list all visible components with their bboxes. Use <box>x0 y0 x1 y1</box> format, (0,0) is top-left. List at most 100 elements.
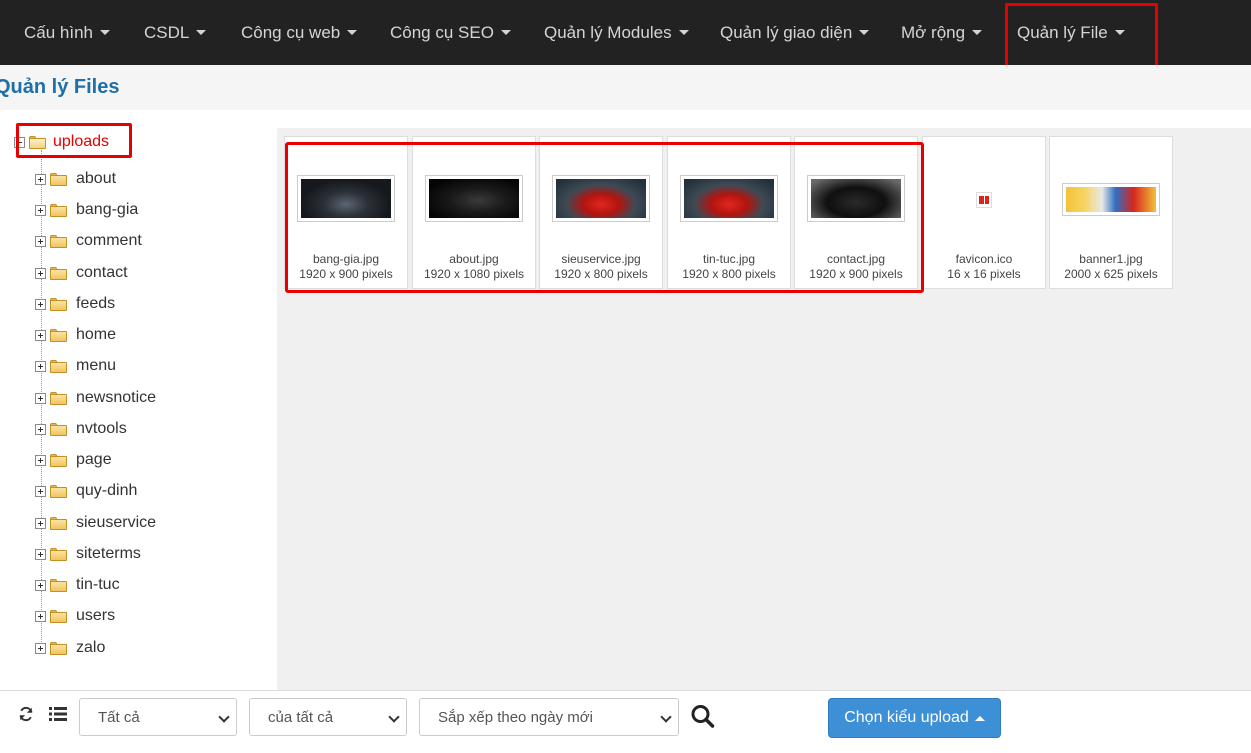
file-thumbnail <box>297 175 395 222</box>
collapse-icon[interactable] <box>14 136 25 148</box>
top-navbar: Cấu hình CSDL Công cụ web Công cụ SEO Qu… <box>0 0 1251 65</box>
tree-item-label: home <box>76 326 117 343</box>
tree-item-label: contact <box>76 264 128 281</box>
tree-item-label: about <box>76 170 117 187</box>
nav-quan-ly-giao-dien[interactable]: Quản lý giao diện <box>708 0 881 65</box>
favicon-thumbnail <box>976 192 992 208</box>
tree-item-label: nvtools <box>76 420 127 437</box>
file-card[interactable]: sieuservice.jpg 1920 x 800 pixels <box>539 136 663 289</box>
nav-label: CSDL <box>144 22 190 42</box>
tree-item-feeds[interactable]: feeds <box>35 293 115 315</box>
folder-icon <box>50 203 67 217</box>
tree-item-label: comment <box>76 232 142 249</box>
sort-value: Sắp xếp theo ngày mới <box>438 708 593 726</box>
tree-item-zalo[interactable]: zalo <box>35 637 105 659</box>
expand-icon[interactable] <box>35 579 46 591</box>
folder-icon <box>50 266 67 280</box>
file-card[interactable]: contact.jpg 1920 x 900 pixels <box>794 136 918 289</box>
filter-type-select[interactable]: Tất cả <box>79 698 237 736</box>
tree-root-uploads[interactable]: uploads <box>14 133 109 151</box>
file-card[interactable]: favicon.ico 16 x 16 pixels <box>922 136 1046 289</box>
file-card[interactable]: about.jpg 1920 x 1080 pixels <box>412 136 536 289</box>
folder-icon <box>50 547 67 561</box>
tree-item-label: zalo <box>76 639 106 656</box>
folder-icon <box>50 609 67 623</box>
folder-icon <box>50 453 67 467</box>
file-card[interactable]: bang-gia.jpg 1920 x 900 pixels <box>284 136 408 289</box>
folder-icon <box>50 359 67 373</box>
tree-item-contact[interactable]: contact <box>35 262 128 284</box>
file-thumbnail <box>807 175 905 222</box>
nav-cau-hinh[interactable]: Cấu hình <box>12 0 122 65</box>
tree-item-label: newsnotice <box>76 389 157 406</box>
expand-icon[interactable] <box>35 610 46 622</box>
tree-item-users[interactable]: users <box>35 605 115 627</box>
expand-icon[interactable] <box>35 329 46 341</box>
sort-select[interactable]: Sắp xếp theo ngày mới <box>419 698 679 736</box>
nav-label: Quản lý giao diện <box>720 22 853 42</box>
file-size: 1920 x 900 pixels <box>299 267 393 281</box>
expand-icon[interactable] <box>35 267 46 279</box>
tree-root-label: uploads <box>53 133 110 150</box>
tree-item-bang-gia[interactable]: bang-gia <box>35 199 138 221</box>
expand-icon[interactable] <box>35 204 46 216</box>
tree-item-comment[interactable]: comment <box>35 230 142 252</box>
file-card[interactable]: banner1.jpg 2000 x 625 pixels <box>1049 136 1173 289</box>
tree-item-menu[interactable]: menu <box>35 355 116 377</box>
expand-icon[interactable] <box>35 423 46 435</box>
file-name: sieuservice.jpg <box>561 252 641 266</box>
caret-down-icon <box>500 30 511 35</box>
list-icon[interactable] <box>47 703 69 725</box>
nav-cong-cu-seo[interactable]: Công cụ SEO <box>378 0 523 65</box>
tree-item-sieuservice[interactable]: sieuservice <box>35 512 156 534</box>
tree-item-label: siteterms <box>76 545 141 562</box>
tree-item-nvtools[interactable]: nvtools <box>35 418 127 440</box>
filter-owner-select[interactable]: của tất cả <box>249 698 407 736</box>
expand-icon[interactable] <box>35 360 46 372</box>
tree-item-about[interactable]: about <box>35 168 116 190</box>
caret-up-icon <box>974 715 985 721</box>
tree-item-newsnotice[interactable]: newsnotice <box>35 387 156 409</box>
expand-icon[interactable] <box>35 454 46 466</box>
expand-icon[interactable] <box>35 392 46 404</box>
expand-icon[interactable] <box>35 298 46 310</box>
caret-down-icon <box>859 30 870 35</box>
folder-icon <box>50 484 67 498</box>
folder-icon <box>50 297 67 311</box>
nav-mo-rong[interactable]: Mở rộng <box>889 0 994 65</box>
tree-item-tin-tuc[interactable]: tin-tuc <box>35 574 120 596</box>
expand-icon[interactable] <box>35 548 46 560</box>
folder-icon <box>50 391 67 405</box>
nav-label: Mở rộng <box>901 22 966 42</box>
file-card[interactable]: tin-tuc.jpg 1920 x 800 pixels <box>667 136 791 289</box>
chevron-down-icon <box>388 711 400 723</box>
tree-item-siteterms[interactable]: siteterms <box>35 543 141 565</box>
folder-open-icon <box>29 135 46 149</box>
nav-label: Công cụ web <box>241 22 341 42</box>
nav-quan-ly-file[interactable]: Quản lý File <box>1005 0 1137 65</box>
upload-type-button[interactable]: Chọn kiểu upload <box>828 698 1001 738</box>
search-icon[interactable] <box>690 703 716 731</box>
tree-item-home[interactable]: home <box>35 324 116 346</box>
expand-icon[interactable] <box>35 235 46 247</box>
filter-type-value: Tất cả <box>98 708 140 726</box>
nav-cong-cu-web[interactable]: Công cụ web <box>229 0 369 65</box>
refresh-icon[interactable] <box>15 703 37 725</box>
tree-item-label: tin-tuc <box>76 576 120 593</box>
folder-icon <box>50 516 67 530</box>
tree-item-page[interactable]: page <box>35 449 112 471</box>
title-bar <box>0 65 1251 110</box>
caret-down-icon <box>1114 30 1125 35</box>
expand-icon[interactable] <box>35 642 46 654</box>
file-size: 1920 x 1080 pixels <box>423 267 525 281</box>
nav-csdl[interactable]: CSDL <box>132 0 218 65</box>
nav-label: Quản lý File <box>1017 22 1108 42</box>
chevron-down-icon <box>660 711 672 723</box>
tree-item-label: users <box>76 607 116 624</box>
folder-icon <box>50 641 67 655</box>
expand-icon[interactable] <box>35 485 46 497</box>
tree-item-quy-dinh[interactable]: quy-dinh <box>35 480 137 502</box>
expand-icon[interactable] <box>35 517 46 529</box>
nav-quan-ly-modules[interactable]: Quản lý Modules <box>532 0 701 65</box>
expand-icon[interactable] <box>35 173 46 185</box>
